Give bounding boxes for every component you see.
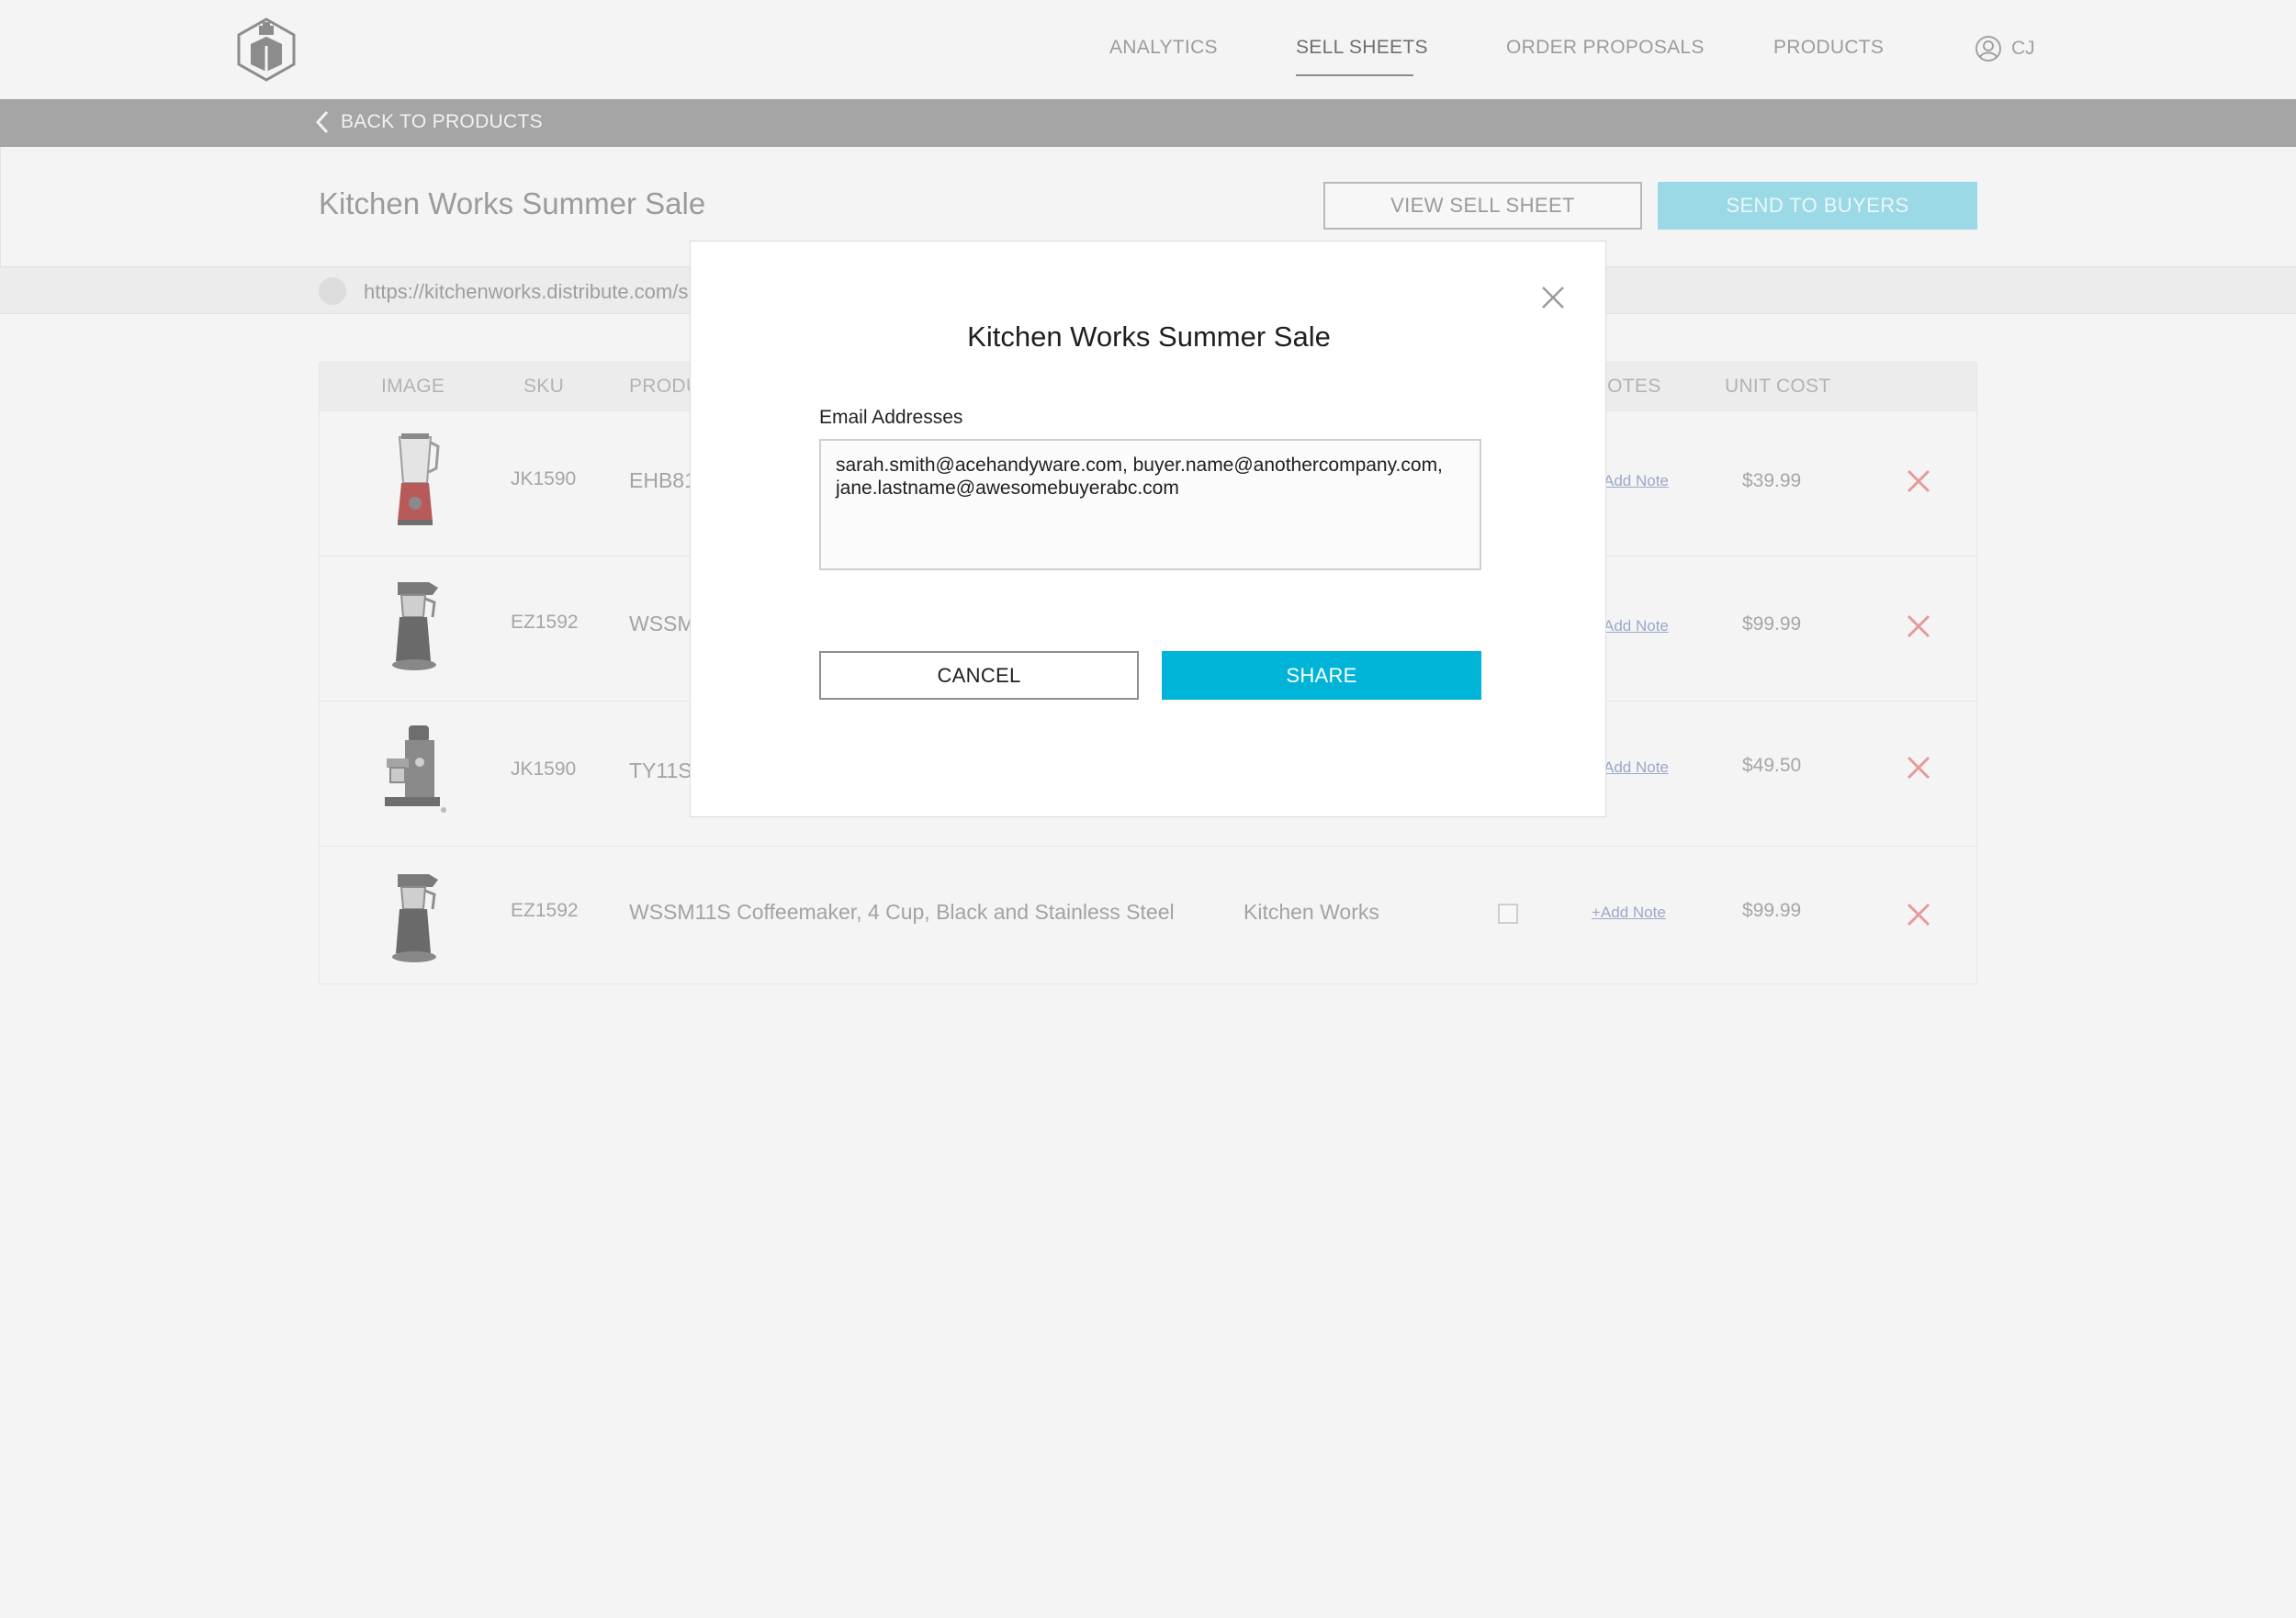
cancel-button[interactable]: CANCEL bbox=[819, 651, 1139, 700]
row-product-name: EHB81 bbox=[629, 468, 696, 492]
nav-analytics[interactable]: ANALYTICS bbox=[1109, 37, 1218, 59]
delete-x-icon[interactable] bbox=[1906, 613, 1931, 639]
add-note-link[interactable]: Add Note bbox=[1604, 758, 1669, 777]
row-sku: EZ1592 bbox=[511, 900, 579, 921]
back-bar: BACK TO PRODUCTS bbox=[0, 99, 2296, 147]
row-sku: JK1590 bbox=[511, 758, 577, 780]
row-unit-cost: $99.99 bbox=[1742, 900, 1802, 921]
nav-order-proposals[interactable]: ORDER PROPOSALS bbox=[1506, 37, 1705, 59]
chevron-left-icon bbox=[315, 110, 329, 134]
add-note-link[interactable]: Add Note bbox=[1604, 472, 1669, 490]
row-checkbox[interactable] bbox=[1498, 904, 1518, 924]
table-row: EZ1592 WSSM11S Coffeemaker, 4 Cup, Black… bbox=[320, 846, 1976, 983]
row-unit-cost: $39.99 bbox=[1742, 470, 1802, 491]
blender-image bbox=[398, 433, 440, 525]
email-addresses-label: Email Addresses bbox=[819, 407, 963, 428]
logo-icon[interactable] bbox=[234, 17, 298, 83]
column-notes: IOTES bbox=[1602, 376, 1661, 397]
delete-x-icon[interactable] bbox=[1906, 902, 1931, 927]
page-title: Kitchen Works Summer Sale bbox=[319, 186, 706, 220]
add-note-link[interactable]: Add Note bbox=[1604, 617, 1669, 635]
coffeemaker-image bbox=[392, 582, 438, 670]
back-link-label: BACK TO PRODUCTS bbox=[341, 111, 543, 132]
column-unit-cost: UNIT COST bbox=[1725, 376, 1831, 397]
row-unit-cost: $99.99 bbox=[1742, 613, 1802, 635]
user-initials: CJ bbox=[2011, 38, 2035, 59]
user-avatar-icon bbox=[1975, 36, 2001, 62]
share-url[interactable]: https://kitchenworks.distribute.com/s bbox=[364, 280, 688, 304]
delete-x-icon[interactable] bbox=[1906, 468, 1931, 494]
row-product-name: WSSM bbox=[629, 612, 695, 635]
share-button[interactable]: SHARE bbox=[1162, 651, 1481, 700]
link-icon bbox=[319, 277, 346, 305]
page: ANALYTICS SELL SHEETS ORDER PROPOSALS PR… bbox=[0, 0, 2296, 1618]
delete-x-icon[interactable] bbox=[1906, 755, 1931, 781]
user-menu[interactable]: CJ bbox=[1975, 35, 2035, 62]
view-sell-sheet-button[interactable]: VIEW SELL SHEET bbox=[1323, 182, 1642, 230]
nav-active-underline bbox=[1296, 74, 1413, 76]
column-sku: SKU bbox=[523, 376, 565, 397]
top-nav: ANALYTICS SELL SHEETS ORDER PROPOSALS PR… bbox=[0, 0, 2296, 99]
close-icon[interactable] bbox=[1539, 284, 1567, 311]
row-product-name: WSSM11S Coffeemaker, 4 Cup, Black and St… bbox=[629, 900, 1175, 924]
row-product-name: TY11S bbox=[629, 758, 692, 782]
nav-products[interactable]: PRODUCTS bbox=[1773, 37, 1884, 59]
row-sku: EZ1592 bbox=[511, 612, 579, 633]
row-unit-cost: $49.50 bbox=[1742, 755, 1802, 776]
nav-sell-sheets[interactable]: SELL SHEETS bbox=[1296, 37, 1428, 59]
row-brand: Kitchen Works bbox=[1244, 900, 1379, 924]
coffeemaker-image bbox=[392, 874, 438, 962]
back-to-products-link[interactable]: BACK TO PRODUCTS bbox=[315, 110, 543, 134]
modal-title: Kitchen Works Summer Sale bbox=[967, 320, 1331, 353]
email-addresses-field[interactable]: sarah.smith@acehandyware.com, buyer.name… bbox=[819, 439, 1481, 570]
row-sku: JK1590 bbox=[511, 468, 577, 489]
share-modal: Kitchen Works Summer Sale Email Addresse… bbox=[690, 241, 1606, 817]
add-note-link[interactable]: +Add Note bbox=[1592, 904, 1666, 922]
espresso-machine-image bbox=[385, 725, 446, 813]
column-image: IMAGE bbox=[381, 376, 445, 397]
send-to-buyers-button[interactable]: SEND TO BUYERS bbox=[1658, 182, 1977, 230]
